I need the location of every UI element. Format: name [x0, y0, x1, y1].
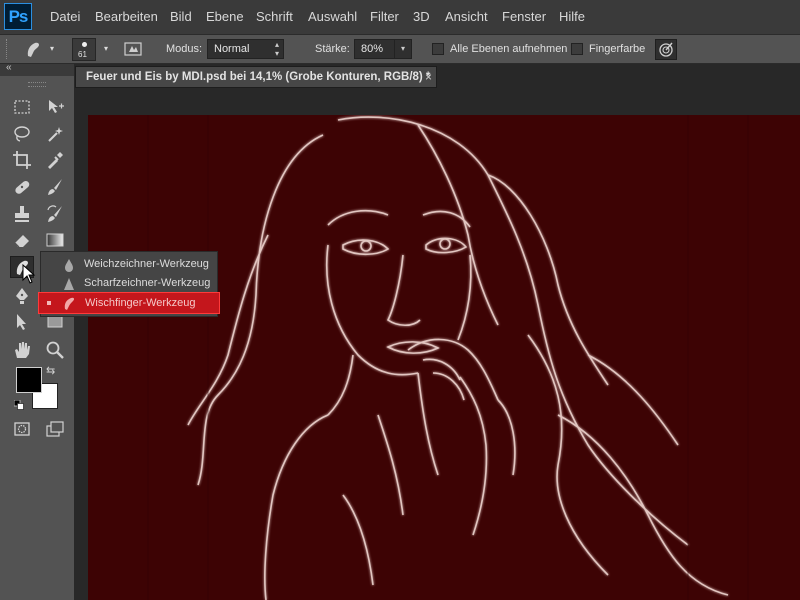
tools-panel: « ⇆	[0, 62, 75, 600]
pressure-icon	[659, 42, 673, 57]
path-selection-tool-icon[interactable]	[12, 312, 32, 332]
menu-auswahl[interactable]: Auswahl	[308, 9, 357, 24]
menu-hilfe[interactable]: Hilfe	[559, 9, 585, 24]
tools-panel-header: «	[0, 62, 74, 76]
menu-bar: Ps Datei Bearbeiten Bild Ebene Schrift A…	[0, 0, 800, 34]
menu-filter[interactable]: Filter	[370, 9, 399, 24]
menu-ebene[interactable]: Ebene	[206, 9, 244, 24]
menu-bearbeiten[interactable]: Bearbeiten	[95, 9, 158, 24]
flyout-item-label: Scharfzeichner-Werkzeug	[84, 277, 211, 289]
menu-datei[interactable]: Datei	[50, 9, 80, 24]
tool-preset-dropdown-arrow[interactable]: ▾	[50, 44, 54, 53]
flyout-item-smudge-tool[interactable]: Wischfinger-Werkzeug	[38, 292, 220, 314]
all-layers-checkbox[interactable]	[432, 43, 444, 55]
selected-marker-icon	[47, 301, 51, 305]
lasso-tool-icon[interactable]	[12, 124, 32, 144]
screen-mode-icon[interactable]	[45, 419, 65, 439]
crop-tool-icon[interactable]	[12, 150, 32, 170]
close-tab-icon[interactable]: ×	[425, 67, 432, 87]
options-grip[interactable]	[6, 39, 11, 59]
tools-grip[interactable]	[28, 82, 46, 87]
magic-wand-tool-icon[interactable]	[45, 124, 65, 144]
strength-value: 80%	[361, 43, 384, 55]
strength-label: Stärke:	[315, 43, 350, 55]
tool-flyout-menu: Weichzeichner-Werkzeug Scharfzeichner-We…	[38, 251, 220, 317]
eyedropper-tool-icon[interactable]	[45, 150, 65, 170]
healing-brush-tool-icon[interactable]	[12, 177, 32, 197]
quick-mask-icon[interactable]	[12, 419, 32, 439]
brush-tip-icon	[82, 42, 87, 47]
brush-preset-picker[interactable]: 61	[72, 38, 96, 61]
glowing-edges-portrait-image	[88, 115, 800, 600]
finger-paint-label: Fingerfarbe	[589, 43, 646, 55]
document-tab-strip: Feuer und Eis by MDI.psd bei 14,1% (Grob…	[75, 64, 800, 88]
flyout-item-sharpen-tool[interactable]: Scharfzeichner-Werkzeug	[41, 274, 217, 293]
foreground-color-swatch[interactable]	[16, 367, 42, 393]
hand-tool-icon[interactable]	[12, 340, 32, 360]
pen-tool-icon[interactable]	[12, 286, 32, 306]
smudge-finger-icon	[61, 295, 77, 311]
rect-marquee-tool-icon[interactable]	[12, 97, 32, 117]
move-tool-icon[interactable]	[45, 97, 65, 117]
mode-label: Modus:	[166, 43, 203, 55]
menu-ansicht[interactable]: Ansicht	[445, 9, 488, 24]
menu-3d[interactable]: 3D	[413, 9, 430, 24]
clone-stamp-tool-icon[interactable]	[12, 204, 32, 224]
tool-preset-smudge-icon[interactable]	[22, 39, 44, 59]
mode-value: Normal	[214, 43, 250, 55]
options-bar: ▾ 61 ▾ Modus: Normal ▴ ▾ Stärke: 80% ▾ Al…	[0, 34, 800, 64]
history-brush-tool-icon[interactable]	[45, 204, 65, 224]
flyout-item-label: Wischfinger-Werkzeug	[85, 297, 196, 309]
menu-fenster[interactable]: Fenster	[502, 9, 546, 24]
document-tab-title: Feuer und Eis by MDI.psd bei 14,1% (Grob…	[86, 71, 431, 83]
menu-schrift[interactable]: Schrift	[256, 9, 293, 24]
brush-panel-toggle-button[interactable]	[124, 41, 142, 57]
zoom-tool-icon[interactable]	[45, 340, 65, 360]
canvas-area	[75, 88, 800, 600]
gradient-tool-icon[interactable]	[45, 230, 65, 250]
photoshop-logo-icon: Ps	[4, 3, 32, 30]
mode-stepper-icon: ▴ ▾	[274, 40, 279, 58]
document-tab[interactable]: Feuer und Eis by MDI.psd bei 14,1% (Grob…	[75, 66, 437, 88]
default-colors-icon[interactable]	[13, 397, 24, 410]
drop-icon	[63, 258, 75, 272]
document-canvas[interactable]	[88, 115, 800, 600]
finger-paint-checkbox[interactable]	[571, 43, 583, 55]
strength-dropdown-icon[interactable]: ▾	[394, 40, 411, 58]
brush-dropdown-arrow[interactable]: ▾	[104, 44, 108, 53]
flyout-item-label: Weichzeichner-Werkzeug	[84, 258, 209, 270]
collapse-panel-icon[interactable]: «	[6, 62, 12, 73]
triangle-icon	[63, 277, 75, 291]
brush-tool-icon[interactable]	[45, 177, 65, 197]
strength-field[interactable]: 80% ▾	[354, 39, 412, 59]
mouse-cursor-icon	[22, 263, 36, 284]
menu-bild[interactable]: Bild	[170, 9, 192, 24]
mode-select[interactable]: Normal ▴ ▾	[207, 39, 284, 59]
brush-size-value: 61	[78, 50, 87, 59]
eraser-tool-icon[interactable]	[12, 230, 32, 250]
pressure-button[interactable]	[655, 39, 677, 60]
flyout-item-blur-tool[interactable]: Weichzeichner-Werkzeug	[41, 255, 217, 274]
all-layers-label: Alle Ebenen aufnehmen	[450, 43, 568, 55]
swap-colors-icon[interactable]: ⇆	[46, 364, 55, 377]
